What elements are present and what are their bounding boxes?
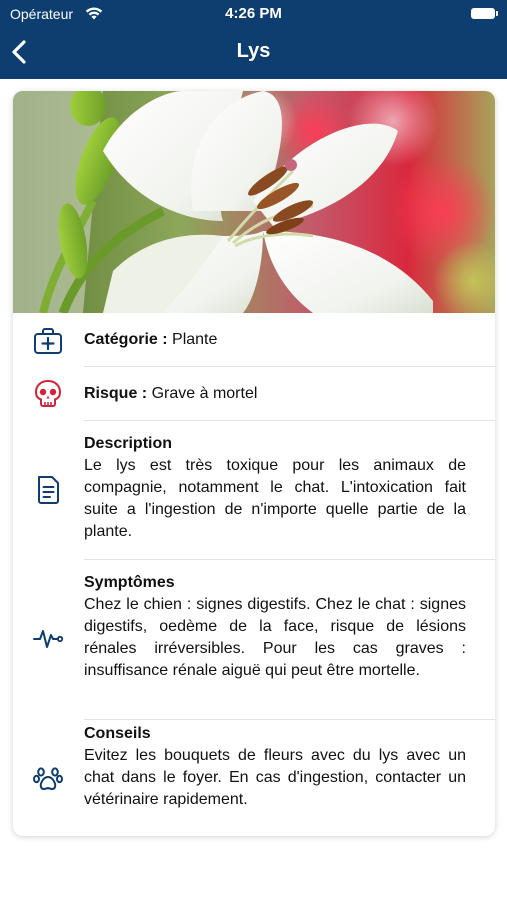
top-bar: Opérateur 4:26 PM Lys [0, 0, 507, 79]
page-title: Lys [236, 40, 271, 62]
heartbeat-icon [33, 630, 64, 648]
lily-photo [13, 91, 495, 313]
medical-kit-icon [34, 328, 62, 354]
risk-value: Grave à mortel [151, 385, 258, 402]
description-content: Description Le lys est très toxique pour… [84, 433, 466, 543]
advice-text: Evitez les bouquets de fleurs avec du ly… [84, 747, 466, 808]
document-icon [38, 476, 59, 504]
category-label: Catégorie : [84, 331, 168, 348]
advice-content: Conseils Evitez les bouquets de fleurs a… [84, 723, 466, 811]
symptoms-title: Symptômes [84, 574, 175, 591]
description-title: Description [84, 435, 173, 452]
navigation-bar: Lys [0, 28, 507, 79]
description-section: Description Le lys est très toxique pour… [13, 421, 495, 560]
risk-label: Risque : [84, 385, 148, 402]
clock: 4:26 PM [225, 5, 282, 22]
description-text: Le lys est très toxique pour les animaux… [84, 457, 466, 540]
symptoms-section: Symptômes Chez le chien : signes digesti… [13, 560, 495, 720]
category-text: Catégorie : Plante [84, 330, 466, 350]
category-row: Catégorie : Plante [13, 313, 495, 367]
symptoms-text: Chez le chien : signes digestifs. Chez l… [84, 596, 466, 679]
advice-section: Conseils Evitez les bouquets de fleurs a… [13, 720, 495, 836]
battery-icon [471, 8, 498, 19]
risk-row: Risque : Grave à mortel [13, 367, 495, 421]
advice-title: Conseils [84, 725, 151, 742]
status-bar: Opérateur 4:26 PM [0, 0, 507, 28]
plant-detail-card: Catégorie : Plante Risque : Grave à mort… [13, 91, 495, 836]
category-value: Plante [172, 331, 218, 348]
paw-icon [33, 767, 63, 790]
risk-text: Risque : Grave à mortel [84, 384, 466, 404]
skull-icon [34, 379, 62, 407]
symptoms-content: Symptômes Chez le chien : signes digesti… [84, 572, 466, 682]
